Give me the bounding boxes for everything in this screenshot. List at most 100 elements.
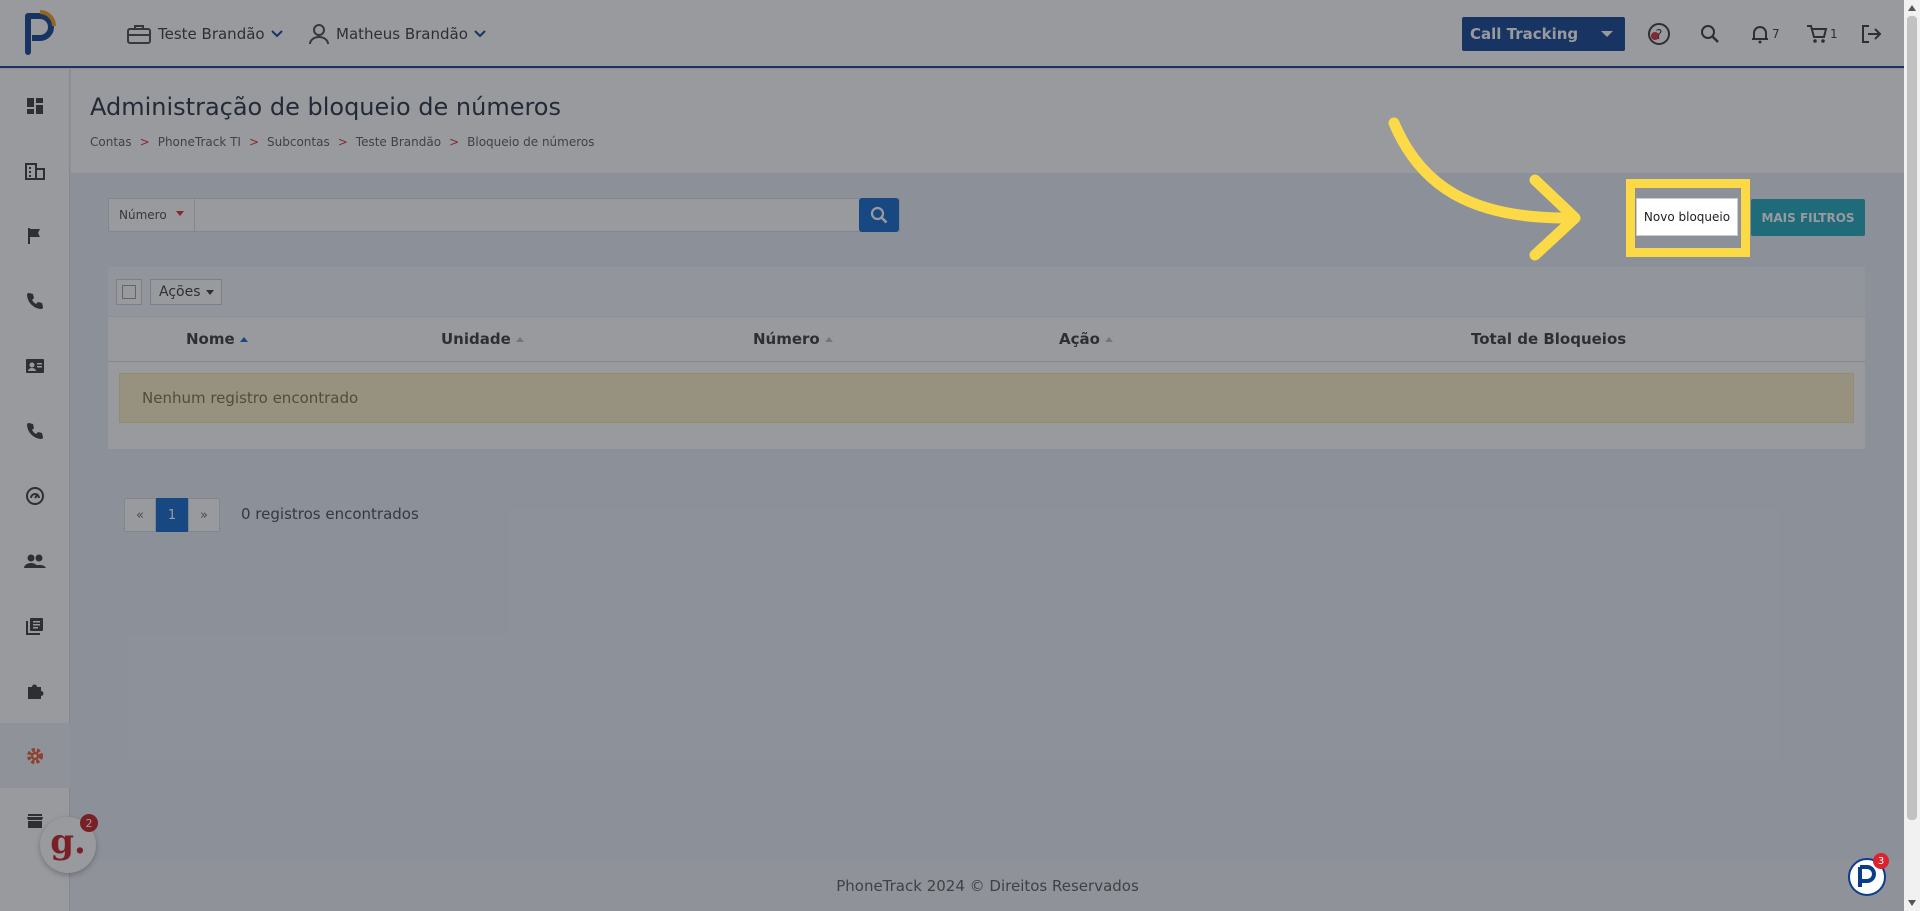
column-header-nome[interactable]: Nome [186,330,248,348]
help-icon: ? [1648,23,1670,45]
tutorial-arrow-icon [1388,117,1581,261]
breadcrumb-separator-icon: > [449,135,460,149]
pagination-page[interactable]: 1 [156,498,188,532]
sidebar-item-users[interactable] [0,528,70,593]
sidebar-item-settings[interactable] [0,723,70,788]
sidebar-item-companies[interactable] [0,138,70,203]
breadcrumb-item[interactable]: Subcontas [267,135,330,149]
pagination-next[interactable]: » [188,498,220,532]
phone-icon [27,292,43,309]
account-switcher[interactable]: Teste Brandão [126,22,289,46]
guide-widget-badge: 2 [80,814,98,832]
logout-icon [1862,25,1882,43]
column-label: Total de Bloqueios [1471,330,1627,348]
svg-text:?: ? [1656,28,1663,43]
search-button[interactable] [1700,20,1720,48]
records-count: 0 registros encontrados [241,505,419,523]
search-input[interactable] [196,199,860,231]
library-icon [26,617,43,635]
breadcrumb-separator-icon: > [139,135,150,149]
more-filters-button[interactable]: MAIS FILTROS [1751,199,1865,236]
breadcrumb-separator-icon: > [248,135,260,149]
breadcrumb-current: Bloqueio de números [467,135,595,149]
chevron-down-icon [474,30,486,38]
sort-ascending-icon [239,336,248,342]
column-label: Nome [186,330,235,348]
users-icon [24,554,46,568]
sidebar-item-campaigns[interactable] [0,203,70,268]
column-header-numero[interactable]: Número [753,330,833,348]
product-select[interactable]: Call Tracking [1462,17,1625,51]
phonetrack-logo[interactable] [22,10,58,56]
sidebar-item-contacts[interactable] [0,333,70,398]
contact-card-icon [26,358,44,373]
tutorial-highlight-frame [1626,179,1750,257]
help-button[interactable]: ? [1646,20,1672,48]
logout-button[interactable] [1860,20,1882,48]
top-bar: Teste Brandão Matheus Brandão Call Track… [0,0,1904,68]
dashboard-icon [27,97,43,114]
sidebar-item-telephony[interactable] [0,398,70,463]
user-name: Matheus Brandão [336,25,468,43]
bell-icon [1752,26,1768,44]
search-icon [870,206,888,224]
notifications-button[interactable]: 7 [1750,20,1780,48]
chevron-down-icon [270,30,283,38]
sort-icon [1104,336,1113,342]
phonetrack-logo [1858,865,1876,887]
sidebar-item-reports[interactable] [0,593,70,658]
scroll-up-icon[interactable] [1904,0,1920,16]
select-all-checkbox[interactable] [116,279,142,305]
sidebar-item-dashboard[interactable] [0,73,70,138]
caret-down-icon [205,289,214,295]
puzzle-icon [28,684,44,699]
empty-state-message: Nenhum registro encontrado [119,373,1854,423]
search-type-select[interactable]: Número [109,199,195,231]
sidebar [0,69,70,911]
sort-icon [824,336,833,342]
breadcrumb-separator-icon: > [337,135,348,149]
pagination-prev[interactable]: « [124,498,156,532]
page-scrollbar[interactable] [1904,0,1920,911]
sidebar-item-calls[interactable] [0,268,70,333]
scroll-down-icon[interactable] [1904,895,1920,911]
gauge-icon [26,486,44,505]
bulk-actions-label: Ações [159,284,201,300]
support-chat-badge: 3 [1873,853,1889,869]
search-bar: Número [108,198,900,232]
search-submit-button[interactable] [859,198,899,232]
bulk-actions-dropdown[interactable]: Ações [150,279,222,305]
guide-widget-logo: g. [50,822,86,862]
cart-icon [1807,25,1828,43]
column-header-total-bloqueios: Total de Bloqueios [1471,330,1626,348]
page-title: Administração de bloqueio de números [90,93,561,121]
cart-count: 1 [1830,27,1838,41]
briefcase-icon [127,25,151,44]
pagination: « 1 » [124,498,220,532]
breadcrumb-item[interactable]: Teste Brandão [356,135,441,149]
column-label: Unidade [441,330,511,348]
column-header-unidade[interactable]: Unidade [441,330,524,348]
breadcrumb: Contas > PhoneTrack TI > Subcontas > Tes… [90,135,595,149]
breadcrumb-item[interactable]: Contas [90,135,132,149]
user-icon [309,24,329,45]
column-label: Número [753,330,820,348]
user-switcher[interactable]: Matheus Brandão [308,22,492,46]
column-label: Ação [1059,330,1100,348]
table-header: Nome Unidade Número Ação Total de Bloque… [108,317,1865,362]
gear-icon [27,747,43,764]
checkbox-box [122,285,136,299]
table-toolbar: Ações [108,267,1865,317]
building-icon [25,162,45,180]
product-select-label: Call Tracking [1470,25,1579,43]
column-header-acao[interactable]: Ação [1059,330,1113,348]
sidebar-item-integrations[interactable] [0,658,70,723]
breadcrumb-item[interactable]: PhoneTrack TI [158,135,241,149]
cart-button[interactable]: 1 [1806,20,1838,48]
sort-icon [515,336,524,342]
phone-call-icon [27,422,43,439]
scroll-thumb[interactable] [1907,16,1917,820]
sidebar-item-monitoring[interactable] [0,463,70,528]
store-icon [27,813,43,828]
search-type-label: Número [119,208,167,222]
